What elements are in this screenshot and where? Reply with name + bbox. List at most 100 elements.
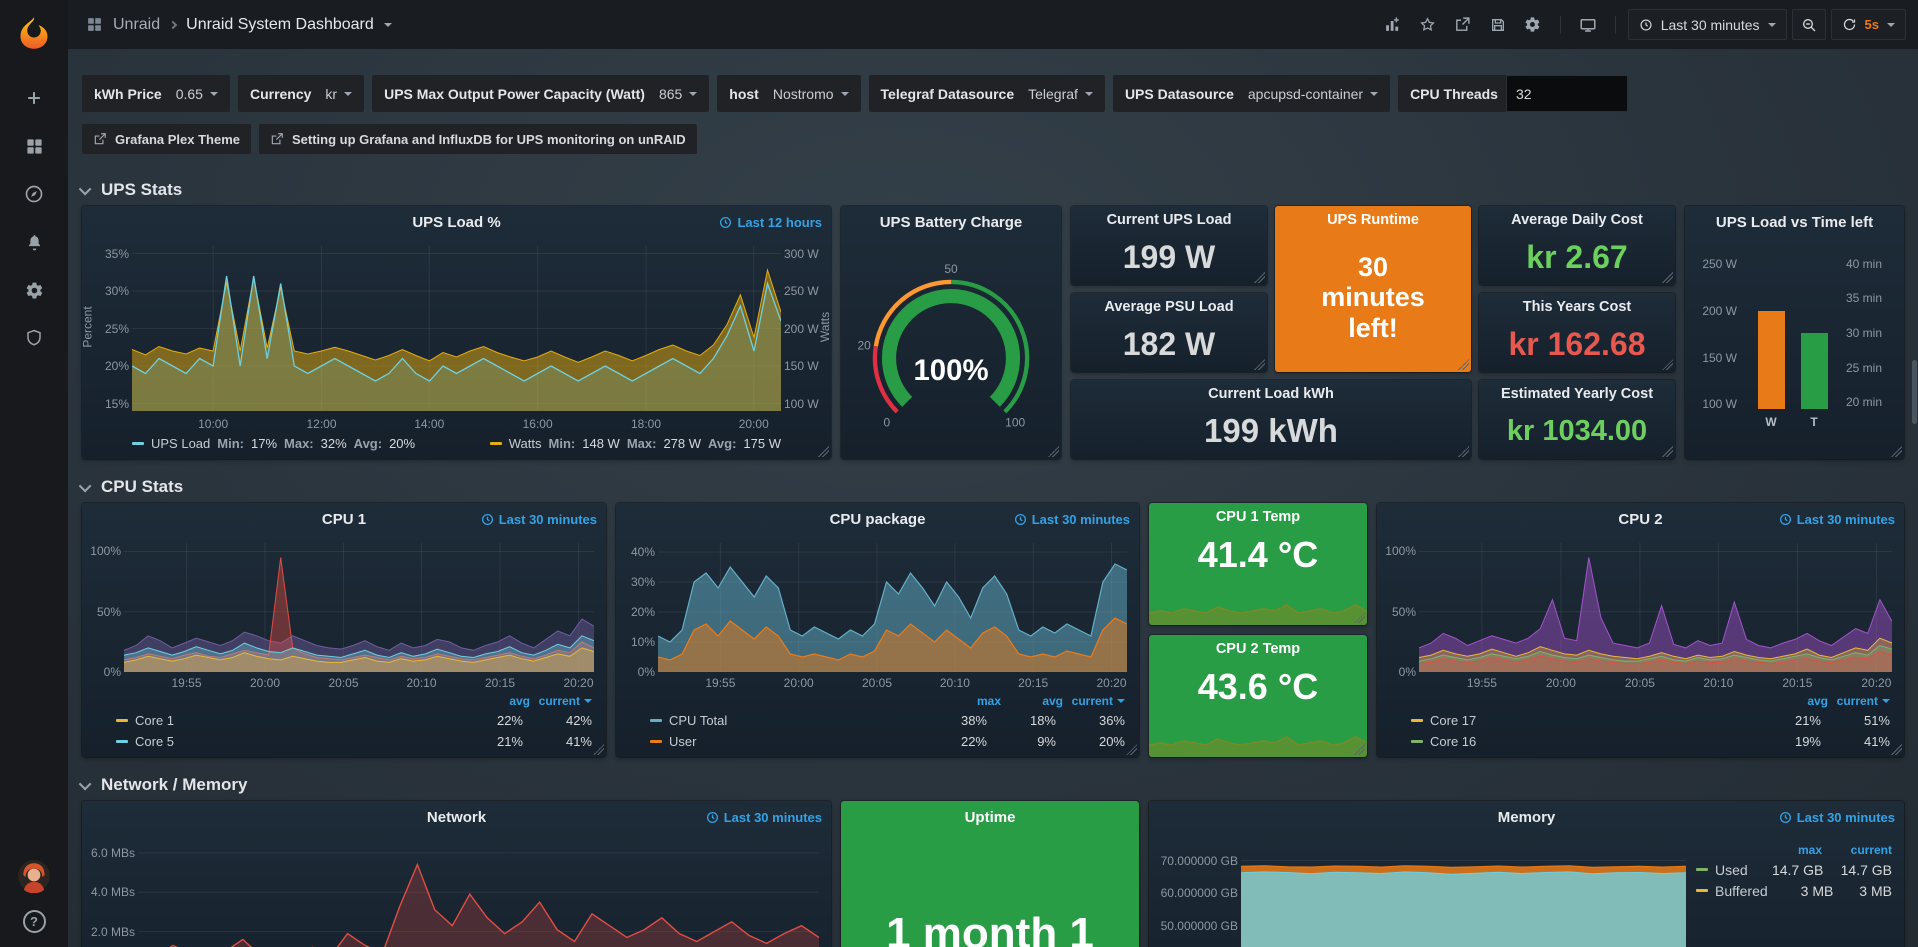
panel-resize-handle[interactable] <box>1126 744 1137 755</box>
legend-series-name[interactable]: UPS Load <box>151 436 210 451</box>
panel-resize-handle[interactable] <box>1891 446 1902 457</box>
cycle-view-mode-button[interactable] <box>1573 10 1603 40</box>
panel-resize-handle[interactable] <box>1662 272 1673 283</box>
sidebar-item-create[interactable] <box>0 74 68 122</box>
legend-series-name[interactable]: Core 1 <box>135 713 174 728</box>
panel-title[interactable]: Average PSU Load <box>1104 299 1233 315</box>
variable-value-dropdown[interactable]: Nostromo <box>773 86 849 102</box>
panel-resize-handle[interactable] <box>1662 359 1673 370</box>
share-button[interactable] <box>1448 10 1478 40</box>
breadcrumb-folder[interactable]: Unraid <box>113 16 160 34</box>
grafana-logo[interactable] <box>11 10 57 56</box>
help-icon[interactable]: ? <box>23 910 46 933</box>
panel-resize-handle[interactable] <box>1354 612 1365 623</box>
chart-plot-area[interactable] <box>124 543 594 672</box>
cpu2-chart[interactable]: 100%50%0%19:5520:0020:0520:1020:1520:20 <box>1377 535 1904 692</box>
legend-series-name[interactable]: Buffered <box>1715 883 1768 899</box>
legend-series-name[interactable]: Watts <box>509 436 542 451</box>
variable-value-dropdown[interactable]: kr <box>325 86 352 102</box>
panel-resize-handle[interactable] <box>593 744 604 755</box>
panel-resize-handle[interactable] <box>1254 272 1265 283</box>
panel-title[interactable]: Memory <box>1498 809 1556 826</box>
cpu-package-chart[interactable]: 40%30%20%10%0%19:5520:0020:0520:1020:152… <box>616 535 1139 692</box>
page-scrollbar[interactable] <box>1912 60 1917 943</box>
panel-title[interactable]: UPS Load % <box>412 214 500 231</box>
ups-load-chart[interactable]: 35%30%25%20%15%300 W250 W200 W150 W100 W… <box>82 238 831 433</box>
panel-resize-handle[interactable] <box>1458 359 1469 370</box>
panel-title[interactable]: This Years Cost <box>1523 299 1632 315</box>
sidebar-item-dashboards[interactable] <box>0 122 68 170</box>
dashboard-title[interactable]: Unraid System Dashboard <box>186 16 374 34</box>
legend-col-header[interactable]: avg <box>468 694 530 708</box>
legend-series-name[interactable]: Core 5 <box>135 734 174 749</box>
panel-resize-handle[interactable] <box>1891 744 1902 755</box>
chart-plot-area[interactable] <box>1149 716 1367 757</box>
section-network-memory[interactable]: Network / Memory <box>82 769 1904 801</box>
legend-col-header[interactable]: current <box>1063 694 1125 708</box>
panel-resize-handle[interactable] <box>1354 744 1365 755</box>
legend-col-header[interactable]: current <box>1828 694 1890 708</box>
panel-resize-handle[interactable] <box>818 446 829 457</box>
add-panel-button[interactable] <box>1378 10 1408 40</box>
panel-title[interactable]: Estimated Yearly Cost <box>1501 386 1653 402</box>
legend-col-header[interactable]: current <box>1822 843 1892 857</box>
network-chart[interactable]: 6.0 MBs4.0 MBs2.0 MBs <box>82 833 831 947</box>
time-range-picker[interactable]: Last 30 minutes <box>1628 9 1787 40</box>
section-ups-stats[interactable]: UPS Stats <box>82 174 1904 206</box>
panel-title[interactable]: UPS Battery Charge <box>880 214 1023 231</box>
panel-title[interactable]: Current UPS Load <box>1107 212 1232 228</box>
panel-title[interactable]: Network <box>427 809 486 826</box>
panel-resize-handle[interactable] <box>1048 446 1059 457</box>
chart-plot-area[interactable] <box>1241 841 1686 947</box>
dashboard-settings-button[interactable] <box>1518 10 1548 40</box>
legend-col-header[interactable]: max <box>939 694 1001 708</box>
sidebar-item-alerting[interactable] <box>0 218 68 266</box>
dashboard-link-plex-theme[interactable]: Grafana Plex Theme <box>82 124 251 154</box>
panel-title[interactable]: UPS Runtime <box>1327 212 1419 228</box>
legend-series-name[interactable]: User <box>669 734 696 749</box>
refresh-picker[interactable]: 5s <box>1831 9 1906 40</box>
panel-resize-handle[interactable] <box>1458 446 1469 457</box>
variable-value-dropdown[interactable]: apcupsd-container <box>1248 86 1378 102</box>
sidebar-item-server-admin[interactable] <box>0 314 68 362</box>
panel-title[interactable]: CPU 2 <box>1618 511 1662 528</box>
chart-plot-area[interactable] <box>138 841 819 947</box>
panel-title[interactable]: UPS Load vs Time left <box>1716 214 1873 231</box>
panel-resize-handle[interactable] <box>1254 359 1265 370</box>
panel-title[interactable]: CPU package <box>830 511 926 528</box>
legend-series-name[interactable]: Core 16 <box>1430 734 1476 749</box>
sidebar-item-explore[interactable] <box>0 170 68 218</box>
chart-plot-area[interactable] <box>1149 584 1367 625</box>
panel-title[interactable]: Current Load kWh <box>1208 386 1334 402</box>
panel-title[interactable]: CPU 2 Temp <box>1216 641 1300 657</box>
variable-value-dropdown[interactable]: 865 <box>659 86 697 102</box>
variable-value-dropdown[interactable]: 0.65 <box>176 86 218 102</box>
panel-resize-handle[interactable] <box>1662 446 1673 457</box>
memory-chart[interactable]: 70.000000 GB60.000000 GB50.000000 GB <box>1149 833 1696 947</box>
chart-plot-area[interactable] <box>658 543 1127 672</box>
legend-series-name[interactable]: CPU Total <box>669 713 727 728</box>
dashboard-link-ups-guide[interactable]: Setting up Grafana and InfluxDB for UPS … <box>259 124 697 154</box>
title-caret-icon[interactable] <box>384 23 392 27</box>
user-avatar[interactable] <box>0 858 68 894</box>
chart-plot-area[interactable] <box>1419 543 1892 672</box>
legend-series-name[interactable]: Core 17 <box>1430 713 1476 728</box>
panel-title[interactable]: Average Daily Cost <box>1511 212 1643 228</box>
favorite-button[interactable] <box>1413 10 1443 40</box>
chart-plot-area[interactable] <box>132 246 781 411</box>
save-button[interactable] <box>1483 10 1513 40</box>
legend-col-header[interactable]: current <box>530 694 592 708</box>
panel-title[interactable]: CPU 1 Temp <box>1216 509 1300 525</box>
legend-series-name[interactable]: Used <box>1715 862 1748 878</box>
legend-col-header[interactable]: avg <box>1766 694 1828 708</box>
panel-title[interactable]: CPU 1 <box>322 511 366 528</box>
panel-title[interactable]: Uptime <box>965 809 1016 826</box>
zoom-out-button[interactable] <box>1792 9 1826 40</box>
cpu1-chart[interactable]: 100%50%0%19:5520:0020:0520:1020:1520:20 <box>82 535 606 692</box>
legend-col-header[interactable]: max <box>1752 843 1822 857</box>
variable-value-dropdown[interactable]: Telegraf <box>1028 86 1093 102</box>
cpu-threads-input[interactable] <box>1506 75 1628 112</box>
legend-col-header[interactable]: avg <box>1001 694 1063 708</box>
section-cpu-stats[interactable]: CPU Stats <box>82 471 1904 503</box>
sidebar-item-configuration[interactable] <box>0 266 68 314</box>
